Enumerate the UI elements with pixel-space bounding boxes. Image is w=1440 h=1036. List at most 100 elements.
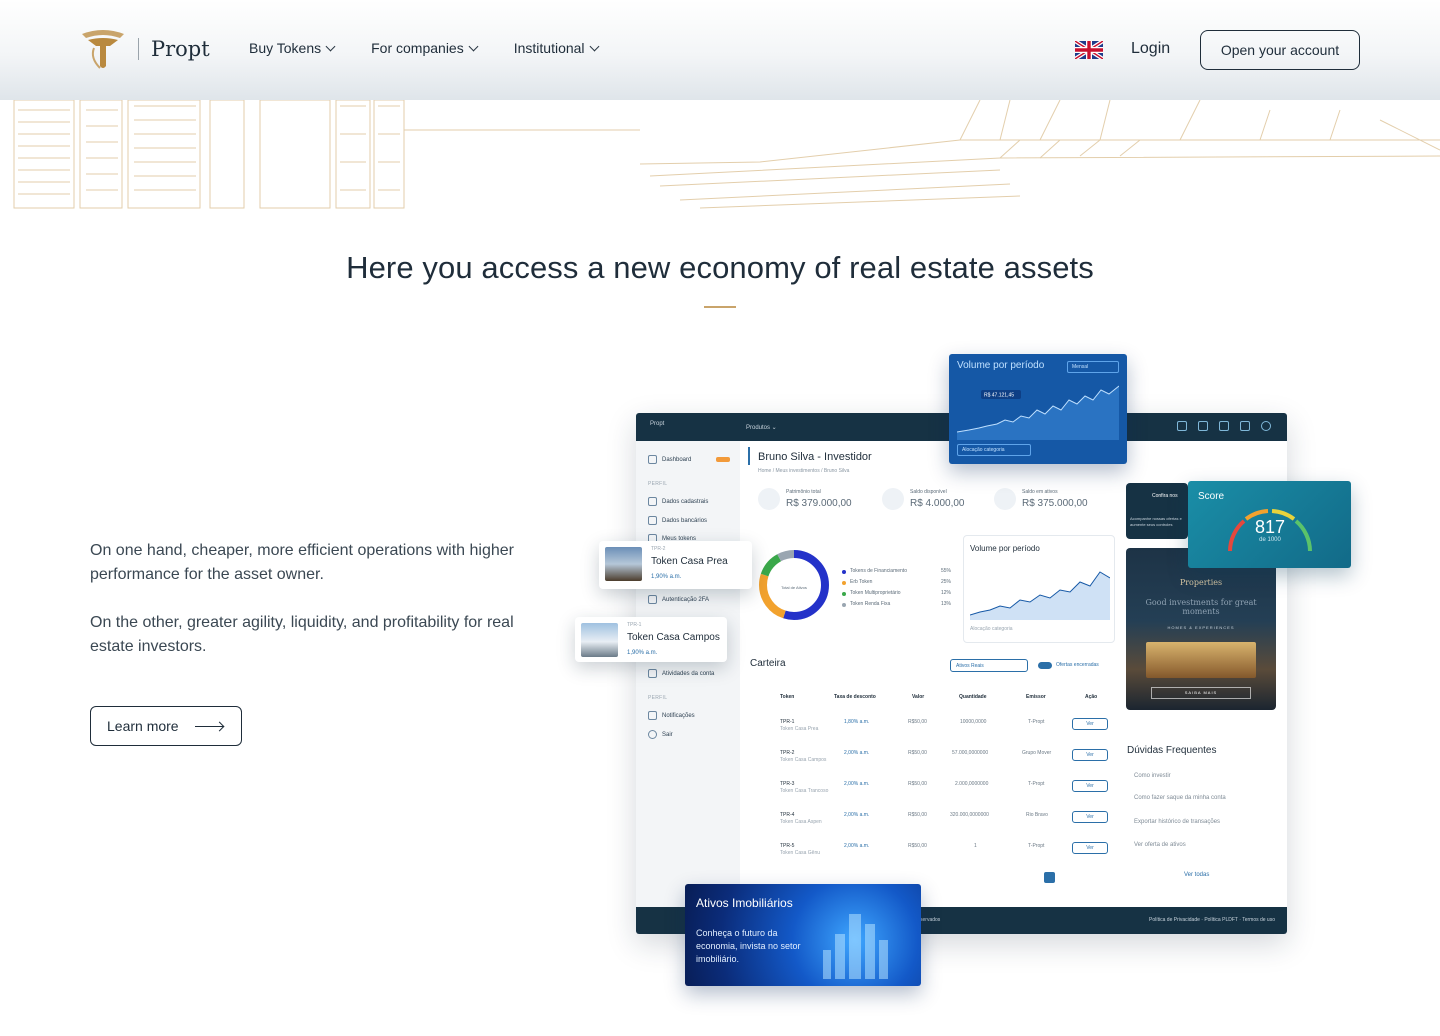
sidebar-item-label: Dashboard [662,456,692,463]
kpi-patrimonio: Patrimônio total R$ 379.000,00 [758,488,852,510]
lock-icon [648,595,657,604]
nav-buy-tokens[interactable]: Buy Tokens [249,40,336,56]
nav-institutional[interactable]: Institutional [514,40,599,56]
cell-issuer: Grupo Mover [1022,750,1052,756]
pagination-current [1044,872,1055,883]
cell-value: R$50,00 [908,843,927,849]
footer-links: Política de Privacidade · Política PLDFT… [1149,917,1275,923]
cell-issuer: T-Propt [1028,781,1045,787]
cell-qty: 1 [974,843,977,849]
faq-item: Como investir [1134,773,1171,779]
wallet-icon [1219,421,1229,431]
ativos-body: Conheça o futuro da economia, invista no… [696,928,801,964]
donut-legend: Tokens de Financiamento 55% Erb Token 25% … [842,566,951,610]
intro-paragraph-2: On the other, greater agility, liquidity… [90,614,514,655]
score-title: Score [1198,491,1225,502]
cell-name: Token Casa Trancoso [780,788,829,794]
col-header: Token [780,694,795,700]
cell-qty: 57.000,0000000 [952,750,989,756]
dashboard-icon [648,455,657,464]
legend-label: Erb Token [850,579,873,585]
donut-center-label: Total de Ativos [781,585,807,590]
token-rate: 1,90% a.m. [651,574,682,580]
ver-button: Ver [1072,749,1108,761]
chevron-down-icon [589,41,599,51]
table-row: TPR-5 Token Casa Gênu 2,00% a.m. R$50,00… [756,840,1116,864]
sidebar-item-dados-bancarios: Dados bancários [648,516,707,525]
nav-for-companies[interactable]: For companies [371,40,479,56]
faq-item: Ver oferta de ativos [1134,842,1186,848]
ver-button: Ver [1072,718,1108,730]
cell-qty: 10000,0000 [960,719,987,725]
sidebar-item-dashboard: Dashboard [648,455,731,464]
faq-title: Dúvidas Frequentes [1127,745,1217,756]
cell-issuer: T-Propt [1028,719,1045,725]
volume-card-title: Volume por período [970,544,1040,553]
cell-code: TPR-4 [780,812,795,818]
volume-card: Volume por período Alocação categoria [963,535,1115,643]
search-icon [1177,421,1187,431]
token-code: TPR-2 [651,546,666,552]
activity-icon [648,669,657,678]
propt-logo-icon [82,30,124,69]
legend-item: Token Renda Fixa 13% [842,599,951,610]
kpi-label: Patrimônio total [786,489,821,495]
cell-value: R$50,00 [908,781,927,787]
legend-swatch [842,580,846,585]
section-headline: Here you access a new economy of real es… [346,250,1094,285]
learn-more-button[interactable]: Learn more [90,706,242,746]
legend-label: Token Multiproprietário [850,590,901,596]
properties-card: Properties Good investments for great mo… [1126,548,1276,710]
sidebar-item-label: Sair [662,731,673,738]
legend-item: Tokens de Financiamento 55% [842,566,951,577]
uk-flag-icon[interactable] [1075,41,1103,59]
bell-icon [1240,421,1250,431]
chevron-down-icon [325,41,336,51]
properties-tag: HOMES & EXPERIENCES [1167,625,1235,630]
volume-category-select: Alocação categoria [970,626,1013,632]
learn-more-label: Learn more [107,718,179,734]
score-card: Score 817 de 1000 [1188,481,1351,568]
cell-rate: 2,00% a.m. [844,781,870,787]
sidebar-item-label: Dados cadastrais [662,498,709,505]
sidebar-item-2fa: Autenticação 2FA [648,595,709,604]
kpi-label: Saldo disponível [910,489,947,495]
col-header: Ação [1085,694,1098,700]
sidebar-item-notificacoes: Notificações [648,711,695,720]
ver-button: Ver [1072,780,1108,792]
footer-rights: servados [920,917,941,923]
login-link[interactable]: Login [1131,40,1170,58]
open-account-button[interactable]: Open your account [1200,30,1360,70]
faq-item: Exportar histórico de transações [1134,819,1221,825]
sidebar-section-label: PERFIL [648,481,668,487]
saiba-mais-button: SAIBA MAIS [1151,687,1251,699]
brand-logo[interactable]: Propt [80,28,210,70]
table-row: TPR-4 Token Casa Aspen 2,00% a.m. R$50,0… [756,809,1116,833]
ver-button: Ver [1072,842,1108,854]
volume-filter-select: Mensal [1067,361,1119,373]
token-thumbnail [605,547,642,581]
cell-code: TPR-3 [780,781,795,787]
token-name: Token Casa Prea [651,556,728,567]
score-scale: de 1000 [1259,537,1281,543]
token-thumbnail [581,623,618,657]
kpi-value: R$ 375.000,00 [1022,498,1088,509]
avatar [1261,421,1271,431]
cell-code: TPR-5 [780,843,795,849]
token-code: TPR-1 [627,622,642,628]
wallet-icon [758,488,780,510]
legend-swatch [842,602,846,607]
cell-value: R$50,00 [908,750,927,756]
sidebar-item-atividades: Atividades da conta [648,669,714,678]
cell-rate: 2,00% a.m. [844,750,870,756]
topbar-icons [1177,421,1271,431]
intro-paragraph-1: On one hand, cheaper, more efficient ope… [90,542,514,583]
table-row: TPR-1 Token Casa Prea 1,80% a.m. R$50,00… [756,716,1116,740]
new-badge [716,457,731,462]
sidebar-item-label: Dados bancários [662,517,708,524]
legend-item: Erb Token 25% [842,577,951,588]
building-line-art [13,100,1440,209]
headline-accent-rule [704,306,736,308]
user-icon [648,497,657,506]
dashboard-brand: Propt [650,421,665,427]
